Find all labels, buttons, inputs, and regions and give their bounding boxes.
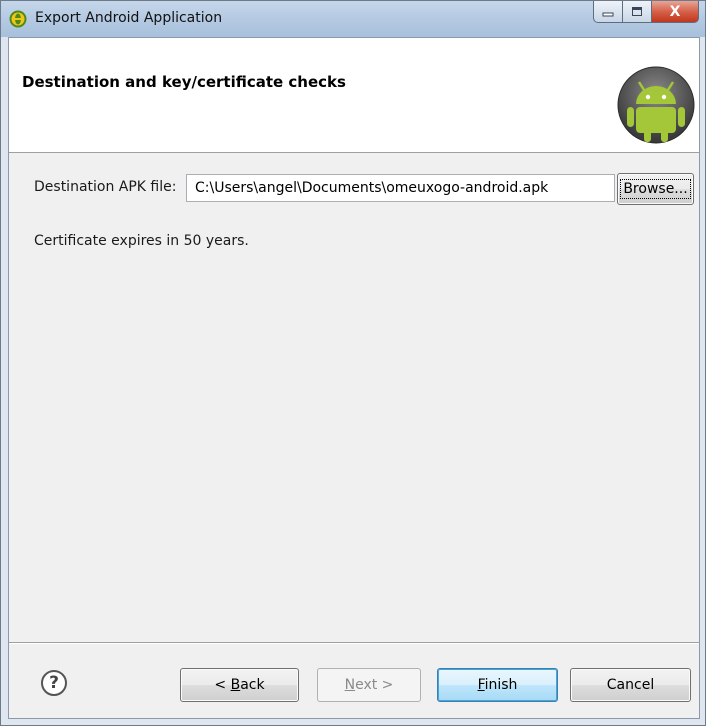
export-dialog-window: Export Android Application X Destination… <box>0 0 706 726</box>
destination-apk-input[interactable] <box>186 174 615 202</box>
cancel-label: Cancel <box>606 677 655 693</box>
page-title: Destination and key/certificate checks <box>22 73 346 91</box>
eclipse-app-icon <box>9 10 27 28</box>
help-glyph: ? <box>49 673 59 693</box>
back-mnemonic: B <box>230 677 241 693</box>
destination-apk-label: Destination APK file: <box>34 179 177 195</box>
finish-rest: inish <box>484 677 518 693</box>
minimize-icon <box>602 12 614 16</box>
back-rest: ack <box>240 677 265 693</box>
browse-button[interactable]: Browse... <box>617 173 694 205</box>
android-logo-icon <box>617 66 695 144</box>
minimize-button[interactable] <box>593 1 623 23</box>
close-button[interactable]: X <box>652 1 699 23</box>
close-icon: X <box>669 3 681 20</box>
maximize-icon <box>632 7 642 16</box>
next-mnemonic: N <box>344 677 356 693</box>
cancel-button[interactable]: Cancel <box>570 668 691 702</box>
back-button[interactable]: < Back <box>180 668 299 702</box>
back-prefix: < <box>214 677 231 693</box>
wizard-header: Destination and key/certificate checks <box>9 38 699 153</box>
footer-separator <box>9 642 699 644</box>
maximize-button[interactable] <box>623 1 652 23</box>
caption-buttons: X <box>593 1 699 23</box>
certificate-status-message: Certificate expires in 50 years. <box>34 233 249 249</box>
dialog-client-area: Destination and key/certificate checks D… <box>8 37 700 719</box>
finish-button[interactable]: Finish <box>437 668 558 702</box>
next-rest: ext > <box>355 677 394 693</box>
destination-row: Destination APK file: Browse... <box>34 173 694 205</box>
next-button[interactable]: Next > <box>317 668 421 702</box>
window-title: Export Android Application <box>35 10 223 26</box>
finish-mnemonic: F <box>477 677 485 693</box>
title-bar[interactable]: Export Android Application X <box>1 1 705 37</box>
help-icon[interactable]: ? <box>41 670 67 696</box>
browse-button-label: Browse... <box>620 179 691 199</box>
